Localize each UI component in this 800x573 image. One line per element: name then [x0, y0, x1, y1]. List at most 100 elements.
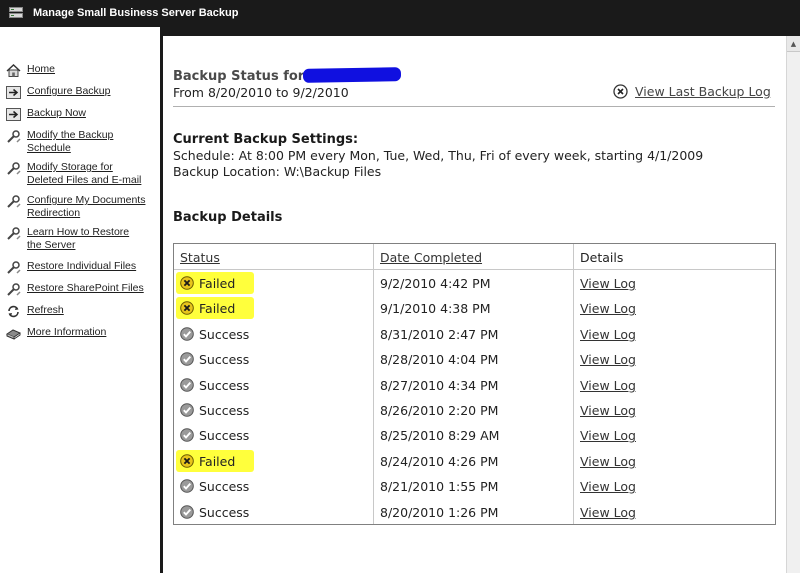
status-text: Success	[199, 479, 250, 495]
nav-item-label: Restore SharePoint Files	[27, 282, 144, 294]
titlebar-notch	[150, 27, 800, 36]
wrench-icon	[7, 283, 21, 296]
table-row: Success 8/25/2010 8:29 AM View Log	[174, 423, 775, 448]
nav-item-configure-redirection[interactable]: Configure My Documents Redirection	[6, 194, 158, 222]
wrench-icon	[7, 195, 21, 208]
schedule-text: Schedule: At 8:00 PM every Mon, Tue, Wed…	[173, 148, 704, 163]
date-completed-text: 8/24/2010 4:26 PM	[380, 453, 499, 469]
table-row: Success 8/31/2010 2:47 PM View Log	[174, 322, 775, 347]
main-content: Backup Status for From 8/20/2010 to 9/2/…	[163, 36, 786, 573]
table-row: Success 8/20/2010 1:26 PM View Log	[174, 500, 775, 525]
nav-item-label: Modify Storage for	[27, 161, 113, 173]
nav-item-backup-now[interactable]: Backup Now	[6, 107, 158, 121]
success-check-icon	[180, 403, 194, 417]
date-completed-text: 9/1/2010 4:38 PM	[380, 301, 491, 317]
nav-item-label: Configure My Documents	[27, 194, 146, 206]
column-header-date-completed[interactable]: Date Completed	[380, 250, 482, 265]
nav-item-label: Modify the Backup	[27, 129, 114, 141]
view-log-link[interactable]: View Log	[580, 479, 636, 494]
failed-status-icon	[180, 301, 194, 316]
view-log-link[interactable]: View Log	[580, 428, 636, 443]
date-completed-text: 8/27/2010 4:34 PM	[380, 377, 499, 393]
date-completed-text: 8/28/2010 4:04 PM	[380, 352, 499, 368]
close-circle-icon	[613, 84, 628, 99]
table-row: Success 8/27/2010 4:34 PM View Log	[174, 373, 775, 398]
backup-details-table: Status Date Completed Details Failed 9/2/…	[173, 243, 776, 525]
nav-item-home[interactable]: Home	[6, 63, 158, 77]
nav-item-configure-backup[interactable]: Configure Backup	[6, 85, 158, 99]
arrow-icon	[6, 86, 21, 99]
date-completed-text: 8/31/2010 2:47 PM	[380, 326, 499, 342]
date-completed-text: 8/25/2010 8:29 AM	[380, 428, 500, 444]
status-text: Success	[199, 377, 250, 393]
view-log-link[interactable]: View Log	[580, 352, 636, 367]
table-row: Success 8/28/2010 4:04 PM View Log	[174, 347, 775, 372]
redacted-server-name	[302, 67, 402, 83]
backup-location-text: Backup Location: W:\Backup Files	[173, 164, 382, 179]
column-header-status[interactable]: Status	[180, 250, 220, 265]
success-check-icon	[180, 428, 194, 443]
status-text: Failed	[199, 276, 236, 291]
success-check-icon	[180, 479, 194, 493]
view-log-link[interactable]: View Log	[580, 378, 636, 393]
window-titlebar: Manage Small Business Server Backup	[0, 0, 800, 27]
nav-item-label: Backup Now	[27, 107, 86, 119]
table-row: Failed 9/2/2010 4:42 PM View Log	[174, 271, 775, 296]
table-row: Success 8/21/2010 1:55 PM View Log	[174, 474, 775, 499]
column-header-details: Details	[580, 250, 624, 265]
nav-item-refresh[interactable]: Refresh	[6, 304, 158, 318]
nav-item-learn-restore[interactable]: Learn How to Restore the Server	[6, 226, 158, 254]
divider	[173, 106, 775, 107]
settings-title: Current Backup Settings:	[173, 132, 359, 147]
vertical-scrollbar[interactable]: ▲	[786, 36, 800, 573]
nav-item-restore-files[interactable]: Restore Individual Files	[6, 260, 158, 274]
nav-item-label: Restore Individual Files	[27, 260, 137, 272]
nav-item-label: Home	[27, 63, 56, 75]
status-text: Success	[199, 504, 250, 520]
wrench-icon	[7, 162, 21, 175]
table-row: Failed 8/24/2010 4:26 PM View Log	[174, 449, 775, 474]
nav-item-label: Schedule	[27, 142, 71, 154]
view-log-link[interactable]: View Log	[580, 403, 636, 418]
date-range: From 8/20/2010 to 9/2/2010	[173, 85, 349, 100]
table-row: Failed 9/1/2010 4:38 PM View Log	[174, 296, 775, 321]
view-log-link[interactable]: View Log	[580, 505, 636, 520]
nav-item-more-information[interactable]: More Information	[6, 326, 158, 340]
view-log-link[interactable]: View Log	[580, 454, 636, 469]
window-title: Manage Small Business Server Backup	[33, 7, 239, 19]
view-log-link[interactable]: View Log	[580, 327, 636, 342]
date-completed-text: 8/26/2010 2:20 PM	[380, 403, 499, 418]
table-row: Success 8/26/2010 2:20 PM View Log	[174, 398, 775, 423]
nav-item-label: More Information	[27, 326, 107, 338]
scroll-up-arrow-icon[interactable]: ▲	[787, 36, 800, 52]
wrench-icon	[7, 130, 21, 143]
date-completed-text: 8/20/2010 1:26 PM	[380, 504, 499, 520]
nav-item-label: Refresh	[27, 304, 64, 316]
view-log-link[interactable]: View Log	[580, 276, 636, 291]
nav-item-restore-sharepoint[interactable]: Restore SharePoint Files	[6, 282, 158, 296]
backup-details-title: Backup Details	[173, 210, 283, 225]
table-header: Status Date Completed Details	[174, 244, 775, 270]
backup-status-title: Backup Status for	[173, 69, 305, 84]
success-check-icon	[180, 352, 194, 366]
book-icon	[6, 329, 21, 340]
success-check-icon	[180, 504, 194, 519]
date-completed-text: 8/21/2010 1:55 PM	[380, 479, 499, 495]
nav-item-label: Learn How to Restore	[27, 226, 130, 238]
status-text: Success	[199, 428, 250, 444]
nav-item-label: Redirection	[27, 207, 81, 219]
home-icon	[6, 64, 21, 77]
status-text: Success	[199, 352, 250, 368]
nav-item-modify-storage[interactable]: Modify Storage for Deleted Files and E-m…	[6, 161, 158, 189]
failed-status-icon	[180, 276, 194, 290]
status-text: Success	[199, 326, 250, 342]
wrench-icon	[7, 261, 21, 274]
status-text: Failed	[199, 301, 236, 317]
view-log-link[interactable]: View Log	[580, 301, 636, 316]
success-check-icon	[180, 326, 194, 341]
nav-item-modify-schedule[interactable]: Modify the Backup Schedule	[6, 129, 158, 157]
nav-item-label: Deleted Files and E-mail	[27, 174, 142, 186]
wrench-icon	[7, 227, 21, 240]
success-check-icon	[180, 377, 194, 392]
status-text: Failed	[199, 453, 236, 469]
